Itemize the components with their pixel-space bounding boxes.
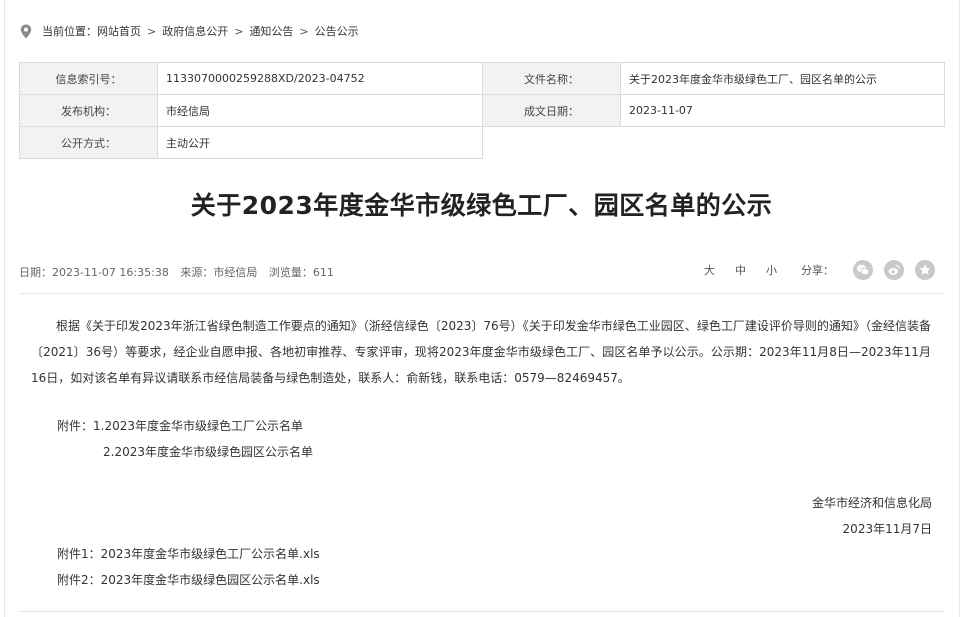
article-views: 浏览量：611 xyxy=(268,266,334,279)
breadcrumb-prefix: 当前位置： xyxy=(42,25,97,38)
page-border-right xyxy=(959,0,960,617)
publisher-value: 市经信局 xyxy=(157,94,483,127)
breadcrumb-announcements[interactable]: 公告公示 xyxy=(315,23,359,39)
open-method-value: 主动公开 xyxy=(157,126,483,159)
publisher-label: 发布机构： xyxy=(19,94,158,127)
weibo-icon[interactable] xyxy=(884,260,904,280)
article-body: 根据《关于印发2023年浙江省绿色制造工作要点的通知》（浙经信绿色〔2023〕7… xyxy=(31,319,931,385)
wechat-icon[interactable] xyxy=(853,260,873,280)
attachment-file-link-2[interactable]: 附件2：2023年度金华市级绿色园区公示名单.xls xyxy=(57,571,320,588)
open-method-label: 公开方式： xyxy=(19,126,158,159)
share-label: 分享： xyxy=(801,264,834,277)
article-source: 来源：市经信局 xyxy=(180,266,258,279)
article-date: 日期：2023-11-07 16:35:38 xyxy=(19,266,169,279)
index-value: 1133070000259288XD/2023-04752 xyxy=(157,62,483,95)
breadcrumb: 当前位置： 网站首页 > 政府信息公开 > 通知公告 > 公告公示 xyxy=(20,22,359,40)
date-label: 成文日期： xyxy=(482,94,621,127)
attachment-list-line-1: 附件：1.2023年度金华市级绿色工厂公示名单 xyxy=(57,419,303,433)
qzone-icon[interactable] xyxy=(915,260,935,280)
breadcrumb-separator: > xyxy=(299,24,309,38)
index-label: 信息索引号： xyxy=(19,62,158,95)
breadcrumb-home[interactable]: 网站首页 xyxy=(97,23,141,39)
font-size-medium-button[interactable]: 中 xyxy=(735,262,746,278)
meta-blank-cell xyxy=(482,126,945,159)
doc-name-label: 文件名称： xyxy=(482,62,621,95)
content-divider xyxy=(19,293,945,294)
font-size-small-button[interactable]: 小 xyxy=(766,262,777,278)
page-title: 关于2023年度金华市级绿色工厂、园区名单的公示 xyxy=(190,191,773,220)
page-border-left xyxy=(4,0,5,617)
signature-org: 金华市经济和信息化局 xyxy=(811,496,932,510)
document-meta-table: 信息索引号： 1133070000259288XD/2023-04752 文件名… xyxy=(19,62,945,159)
location-pin-icon xyxy=(20,24,32,39)
breadcrumb-gov-info[interactable]: 政府信息公开 xyxy=(162,23,228,39)
date-value: 2023-11-07 xyxy=(620,94,945,127)
attachment-list-line-2: 2.2023年度金华市级绿色园区公示名单 xyxy=(103,445,313,459)
breadcrumb-separator: > xyxy=(234,24,244,38)
signature-date: 2023年11月7日 xyxy=(842,522,932,536)
article-info: 日期：2023-11-07 16:35:38 来源：市经信局 浏览量：611 xyxy=(19,264,342,280)
breadcrumb-separator: > xyxy=(147,24,157,38)
doc-name-value: 关于2023年度金华市级绿色工厂、园区名单的公示 xyxy=(620,62,945,95)
font-size-large-button[interactable]: 大 xyxy=(704,262,715,278)
breadcrumb-notices[interactable]: 通知公告 xyxy=(249,23,293,39)
content-bottom-divider xyxy=(19,611,945,612)
article-tools: 大 中 小 分享： xyxy=(684,260,935,280)
attachment-file-link-1[interactable]: 附件1：2023年度金华市级绿色工厂公示名单.xls xyxy=(57,545,320,562)
